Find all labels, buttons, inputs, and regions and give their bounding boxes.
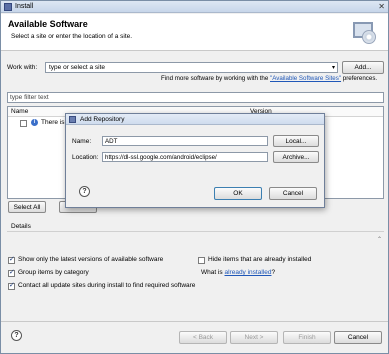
dialog-icon bbox=[69, 116, 76, 123]
location-field[interactable]: https://dl-ssl.google.com/android/eclips… bbox=[102, 152, 268, 162]
latest-versions-checkbox[interactable] bbox=[8, 255, 15, 264]
dialog-cancel-button[interactable]: Cancel bbox=[269, 187, 317, 200]
work-with-combo[interactable]: type or select a site ▾ bbox=[45, 62, 338, 73]
filter-input[interactable]: type filter text bbox=[7, 92, 384, 103]
info-icon: i bbox=[31, 119, 38, 126]
scroll-icon[interactable]: ⌃ bbox=[377, 236, 382, 243]
install-window: Install ✕ Available Software Select a si… bbox=[0, 0, 389, 354]
footer-divider bbox=[1, 321, 388, 322]
add-site-button[interactable]: Add... bbox=[342, 61, 384, 74]
local-button[interactable]: Local... bbox=[273, 135, 319, 147]
help-icon[interactable]: ? bbox=[11, 330, 22, 341]
what-is-text: What is already installed? bbox=[201, 269, 275, 276]
column-name[interactable]: Name bbox=[11, 108, 28, 115]
wizard-header: Available Software Select a site or ente… bbox=[1, 14, 388, 51]
page-subtitle: Select a site or enter the location of a… bbox=[11, 33, 133, 40]
find-more-prefix: Find more software by working with the bbox=[161, 75, 271, 82]
dialog-title: Add Repository bbox=[80, 116, 125, 123]
cancel-button[interactable]: Cancel bbox=[334, 331, 382, 344]
next-button[interactable]: Next > bbox=[230, 331, 278, 344]
contact-sites-checkbox[interactable] bbox=[8, 281, 15, 290]
row-checkbox[interactable] bbox=[20, 120, 27, 127]
eclipse-icon bbox=[4, 3, 12, 11]
group-by-category-checkbox[interactable] bbox=[8, 268, 15, 277]
dialog-help-icon[interactable]: ? bbox=[79, 186, 90, 197]
group-by-category-label: Group items by category bbox=[18, 269, 89, 276]
dropdown-arrow-icon[interactable]: ▾ bbox=[332, 63, 335, 73]
select-all-button[interactable]: Select All bbox=[8, 201, 46, 213]
ok-button[interactable]: OK bbox=[214, 187, 262, 200]
title-bar: Install ✕ bbox=[1, 1, 388, 13]
hide-installed-label: Hide items that are already installed bbox=[208, 256, 312, 263]
contact-sites-label: Contact all update sites during install … bbox=[18, 282, 196, 289]
install-banner-icon bbox=[350, 18, 376, 48]
details-area: ⌃ bbox=[7, 231, 384, 249]
page-title: Available Software bbox=[8, 19, 88, 29]
window-title: Install bbox=[15, 3, 34, 10]
finish-button[interactable]: Finish bbox=[283, 331, 331, 344]
what-is-prefix: What is bbox=[201, 269, 225, 276]
archive-button[interactable]: Archive... bbox=[273, 151, 319, 163]
hide-installed-checkbox[interactable] bbox=[198, 257, 205, 264]
find-more-suffix: preferences. bbox=[341, 75, 378, 82]
close-icon[interactable]: ✕ bbox=[378, 2, 385, 11]
available-sites-link[interactable]: "Available Software Sites" bbox=[270, 75, 341, 82]
dialog-title-bar: Add Repository bbox=[66, 114, 324, 125]
name-label: Name: bbox=[72, 138, 92, 145]
latest-versions-label: Show only the latest versions of availab… bbox=[18, 256, 164, 263]
find-more-text: Find more software by working with the "… bbox=[161, 75, 377, 82]
add-repository-dialog: Add Repository Name: ADT Local... Locati… bbox=[65, 113, 325, 208]
name-field[interactable]: ADT bbox=[102, 136, 268, 146]
details-label: Details bbox=[11, 223, 31, 230]
already-installed-link[interactable]: already installed bbox=[224, 269, 271, 276]
what-is-suffix: ? bbox=[271, 269, 276, 276]
work-with-row: Work with: type or select a site ▾ Add..… bbox=[7, 61, 384, 74]
location-label: Location: bbox=[72, 154, 99, 161]
work-with-value: type or select a site bbox=[49, 64, 105, 71]
work-with-label: Work with: bbox=[7, 64, 38, 71]
back-button[interactable]: < Back bbox=[179, 331, 227, 344]
disc-icon bbox=[362, 30, 376, 44]
